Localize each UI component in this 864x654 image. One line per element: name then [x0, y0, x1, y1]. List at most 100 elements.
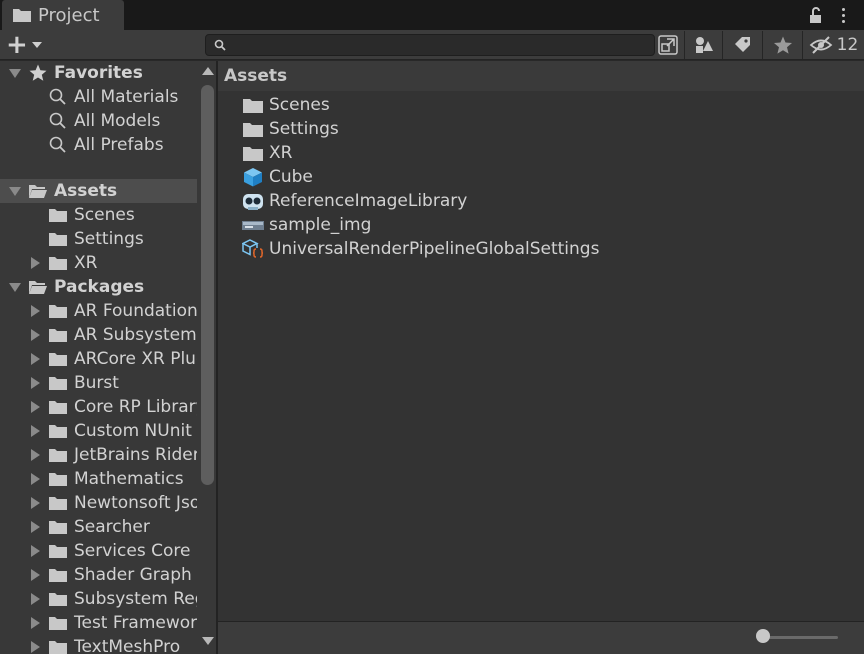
asset-label: sample_img	[269, 215, 372, 235]
folder-icon	[243, 99, 263, 113]
folder-icon	[49, 401, 67, 414]
scroll-up-icon[interactable]	[202, 67, 214, 75]
toolbar: + 12	[0, 30, 864, 60]
folder-icon	[243, 147, 263, 161]
tab-bar: Project	[0, 0, 864, 30]
icon-size-slider-handle[interactable]	[756, 629, 770, 643]
collapse-arrow-icon[interactable]	[28, 304, 42, 318]
collapse-arrow-icon[interactable]	[28, 496, 42, 510]
asset-label: Scenes	[269, 95, 330, 115]
hidden-packages-button[interactable]: 12	[802, 31, 864, 59]
search-mode-icon[interactable]	[657, 34, 679, 56]
tree-item-xr[interactable]: XR	[0, 251, 197, 275]
folder-open-icon	[29, 185, 47, 198]
icon-size-slider-track[interactable]	[764, 636, 838, 639]
search-by-label-button[interactable]	[722, 31, 762, 59]
tree-item-package[interactable]: JetBrains Rider Editor	[0, 443, 197, 467]
expand-arrow-icon[interactable]	[8, 66, 22, 80]
settings-asset-icon	[242, 239, 264, 258]
tree-item-all-materials[interactable]: All Materials	[0, 85, 197, 109]
tree-item-scenes[interactable]: Scenes	[0, 203, 197, 227]
lock-icon[interactable]	[808, 6, 824, 24]
tree-item-package[interactable]: AR Foundation	[0, 299, 197, 323]
folder-icon	[49, 353, 67, 366]
tree-item-label: All Models	[74, 111, 161, 131]
expand-arrow-icon[interactable]	[8, 184, 22, 198]
collapse-arrow-icon[interactable]	[28, 400, 42, 414]
asset-item-sample-img[interactable]: sample_img	[242, 213, 371, 237]
more-options-icon[interactable]	[838, 4, 848, 26]
expand-arrow-icon[interactable]	[8, 280, 22, 294]
asset-item-referenceimagelibrary[interactable]: ReferenceImageLibrary	[242, 189, 467, 213]
folder-icon	[49, 377, 67, 390]
tree-item-package[interactable]: Burst	[0, 371, 197, 395]
collapse-arrow-icon[interactable]	[28, 592, 42, 606]
tree-item-settings[interactable]: Settings	[0, 227, 197, 251]
tree-item-package[interactable]: Mathematics	[0, 467, 197, 491]
folder-icon	[49, 521, 67, 534]
tree-item-all-models[interactable]: All Models	[0, 109, 197, 133]
collapse-arrow-icon[interactable]	[28, 520, 42, 534]
collapse-arrow-icon[interactable]	[28, 328, 42, 342]
tree-item-label: Searcher	[74, 517, 150, 537]
favorites-filter-button[interactable]	[762, 31, 802, 59]
folder-icon	[49, 425, 67, 438]
create-button[interactable]: +	[6, 32, 52, 58]
eye-slash-icon	[809, 36, 833, 54]
tree-item-label: Mathematics	[74, 469, 184, 489]
folder-icon	[49, 209, 67, 222]
collapse-arrow-icon[interactable]	[28, 424, 42, 438]
collapse-arrow-icon[interactable]	[28, 568, 42, 582]
tree-item-label: Newtonsoft Json	[74, 493, 197, 513]
search-by-type-button[interactable]	[684, 31, 722, 59]
tree-item-assets[interactable]: Assets	[0, 179, 197, 203]
tree-item-package[interactable]: Shader Graph	[0, 563, 197, 587]
folder-icon	[49, 617, 67, 630]
tree-item-label: All Prefabs	[74, 135, 164, 155]
tab-project[interactable]: Project	[2, 0, 124, 30]
breadcrumb-item-assets[interactable]: Assets	[224, 66, 287, 86]
asset-item-scenes[interactable]: Scenes	[242, 93, 330, 117]
collapse-arrow-icon[interactable]	[28, 352, 42, 366]
collapse-arrow-icon[interactable]	[28, 472, 42, 486]
status-bar	[218, 621, 864, 654]
sidebar-scrollbar[interactable]	[199, 61, 216, 654]
search-input[interactable]	[230, 36, 650, 54]
collapse-arrow-icon[interactable]	[28, 616, 42, 630]
tree-item-package[interactable]: Searcher	[0, 515, 197, 539]
tree-item-label: AR Subsystems	[74, 325, 197, 345]
asset-item-urp-global-settings[interactable]: UniversalRenderPipelineGlobalSettings	[242, 237, 599, 261]
star-icon	[773, 36, 792, 54]
tree-item-package[interactable]: ARCore XR Plugin	[0, 347, 197, 371]
folder-icon	[49, 497, 67, 510]
asset-item-xr[interactable]: XR	[242, 141, 292, 165]
tree-item-package[interactable]: Subsystem Registration	[0, 587, 197, 611]
tree-item-all-prefabs[interactable]: All Prefabs	[0, 133, 197, 157]
tree-item-label: AR Foundation	[74, 301, 197, 321]
tree-item-package[interactable]: Services Core	[0, 539, 197, 563]
tree-item-packages[interactable]: Packages	[0, 275, 197, 299]
collapse-arrow-icon[interactable]	[28, 376, 42, 390]
tree-item-package[interactable]: Newtonsoft Json	[0, 491, 197, 515]
scriptable-object-icon	[243, 194, 263, 210]
asset-item-settings[interactable]: Settings	[242, 117, 339, 141]
tree-item-package[interactable]: Core RP Library	[0, 395, 197, 419]
collapse-arrow-icon[interactable]	[28, 448, 42, 462]
tree-item-package[interactable]: TextMeshPro	[0, 635, 197, 654]
collapse-arrow-icon[interactable]	[28, 640, 42, 654]
scroll-down-icon[interactable]	[202, 637, 214, 645]
search-field[interactable]	[205, 34, 655, 56]
collapse-arrow-icon[interactable]	[28, 544, 42, 558]
folder-open-icon	[29, 281, 47, 294]
asset-item-cube[interactable]: Cube	[242, 165, 313, 189]
collapse-arrow-icon[interactable]	[28, 256, 42, 270]
tree-item-package[interactable]: Test Framework	[0, 611, 197, 635]
tree-item-label: Settings	[74, 229, 144, 249]
folder-icon	[13, 9, 31, 22]
tree-item-package[interactable]: AR Subsystems	[0, 323, 197, 347]
tree-item-package[interactable]: Custom NUnit	[0, 419, 197, 443]
tree-item-favorites[interactable]: Favorites	[0, 61, 197, 85]
scrollbar-thumb[interactable]	[201, 85, 214, 485]
search-icon	[49, 136, 66, 153]
search-icon	[214, 39, 226, 51]
